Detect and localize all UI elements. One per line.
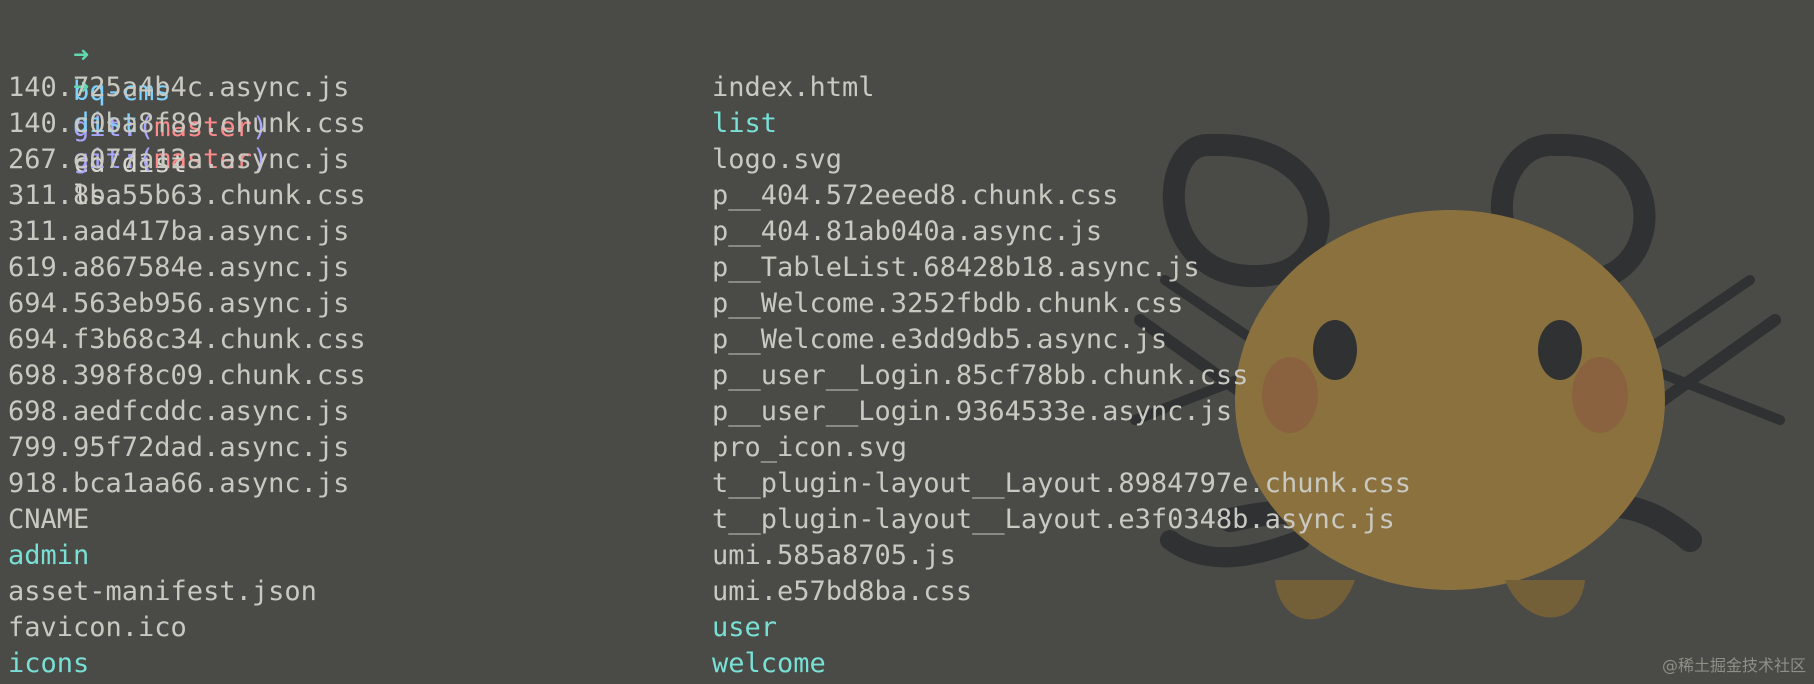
file-entry: umi.e57bd8ba.css <box>712 576 973 607</box>
file-entry: 267.e077a12a.async.js <box>8 144 350 175</box>
directory-entry: list <box>712 108 778 139</box>
directory-entry: welcome <box>712 648 826 679</box>
terminal-window: ➜ bq-cms git:(master) cd dist ➜ dist git… <box>0 0 1814 684</box>
file-entry: logo.svg <box>712 144 843 175</box>
file-entry: p__user__Login.85cf78bb.chunk.css <box>712 360 1249 391</box>
file-entry: p__Welcome.3252fbdb.chunk.css <box>712 288 1184 319</box>
file-entry: p__user__Login.9364533e.async.js <box>712 396 1233 427</box>
file-entry: index.html <box>712 72 875 103</box>
file-entry: 694.563eb956.async.js <box>8 288 350 319</box>
file-entry: favicon.ico <box>8 612 187 643</box>
file-entry: 918.bca1aa66.async.js <box>8 468 350 499</box>
file-entry: pro_icon.svg <box>712 432 908 463</box>
file-entry: 698.aedfcddc.async.js <box>8 396 350 427</box>
file-entry: 311.8ba55b63.chunk.css <box>8 180 366 211</box>
prompt-line-1: ➜ bq-cms git:(master) cd dist <box>8 2 268 179</box>
file-entry: p__404.81ab040a.async.js <box>712 216 1103 247</box>
file-entry: asset-manifest.json <box>8 576 317 607</box>
file-entry: p__TableList.68428b18.async.js <box>712 252 1200 283</box>
file-entry: 799.95f72dad.async.js <box>8 432 350 463</box>
file-entry: 698.398f8c09.chunk.css <box>8 360 366 391</box>
directory-entry: user <box>712 612 778 643</box>
file-entry: t__plugin-layout__Layout.e3f0348b.async.… <box>712 504 1395 535</box>
file-entry: 140.c0ba8f89.chunk.css <box>8 108 366 139</box>
directory-entry: admin <box>8 540 90 571</box>
file-entry: p__404.572eeed8.chunk.css <box>712 180 1119 211</box>
file-entry: 311.aad417ba.async.js <box>8 216 350 247</box>
file-entry: t__plugin-layout__Layout.8984797e.chunk.… <box>712 468 1411 499</box>
directory-entry: icons <box>8 648 90 679</box>
file-entry: p__Welcome.e3dd9db5.async.js <box>712 324 1168 355</box>
file-entry: 619.a867584e.async.js <box>8 252 350 283</box>
file-entry: 694.f3b68c34.chunk.css <box>8 324 366 355</box>
prompt-line-2: ➜ dist git:(master) ls <box>8 34 268 211</box>
file-list-left: 140.725a4b4c.async.js 140.c0ba8f89.chunk… <box>8 70 366 682</box>
file-entry: umi.585a8705.js <box>712 540 956 571</box>
file-entry: CNAME <box>8 504 90 535</box>
file-entry: 140.725a4b4c.async.js <box>8 72 350 103</box>
watermark-text: @稀土掘金技术社区 <box>1661 656 1806 675</box>
file-list-right: index.html list logo.svg p__404.572eeed8… <box>712 70 1411 682</box>
